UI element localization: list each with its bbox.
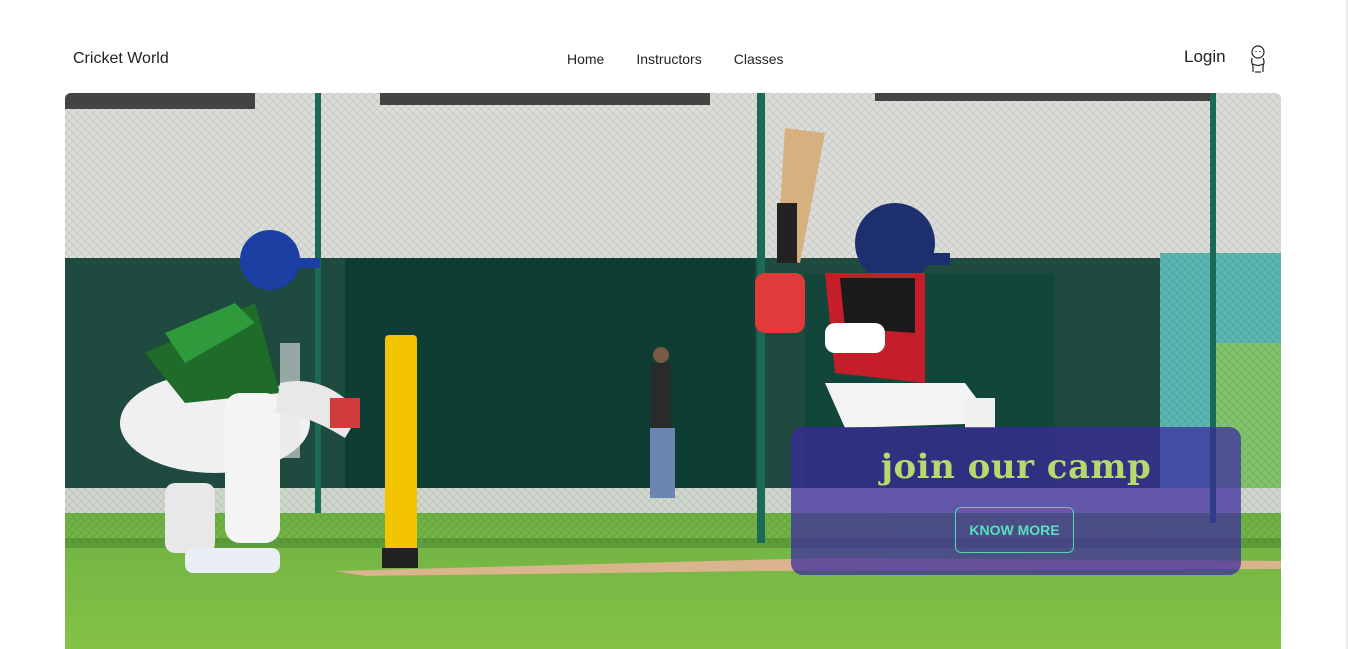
know-more-button[interactable]: KNOW MORE — [955, 507, 1074, 553]
hero-banner: join our camp KNOW MORE — [65, 93, 1281, 649]
nav-classes[interactable]: Classes — [734, 51, 784, 67]
brand-logo-text[interactable]: Cricket World — [73, 50, 169, 68]
user-avatar-icon[interactable] — [1248, 44, 1268, 74]
cta-title: join our camp — [880, 447, 1152, 487]
top-navbar: Cricket World Home Instructors Classes L… — [0, 0, 1346, 93]
nav-home[interactable]: Home — [567, 51, 604, 67]
main-nav: Home Instructors Classes — [567, 51, 784, 67]
nav-instructors[interactable]: Instructors — [636, 51, 701, 67]
login-link[interactable]: Login — [1184, 47, 1226, 67]
camp-cta-card: join our camp KNOW MORE — [791, 427, 1241, 575]
